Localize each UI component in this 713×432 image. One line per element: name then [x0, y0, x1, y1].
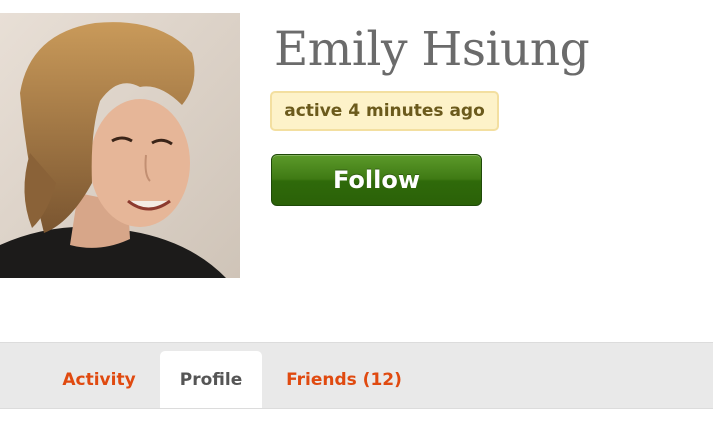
avatar [0, 13, 240, 278]
profile-name: Emily Hsiung [274, 22, 590, 77]
profile-page: Emily Hsiung active 4 minutes ago Follow… [0, 0, 713, 432]
status-badge: active 4 minutes ago [270, 91, 499, 131]
tab-profile[interactable]: Profile [160, 351, 262, 408]
tab-friends[interactable]: Friends (12) [272, 351, 416, 408]
avatar-photo [0, 13, 240, 278]
tab-activity[interactable]: Activity [48, 351, 150, 408]
tab-bar: Activity Profile Friends (12) [0, 342, 713, 409]
follow-button[interactable]: Follow [271, 154, 482, 206]
